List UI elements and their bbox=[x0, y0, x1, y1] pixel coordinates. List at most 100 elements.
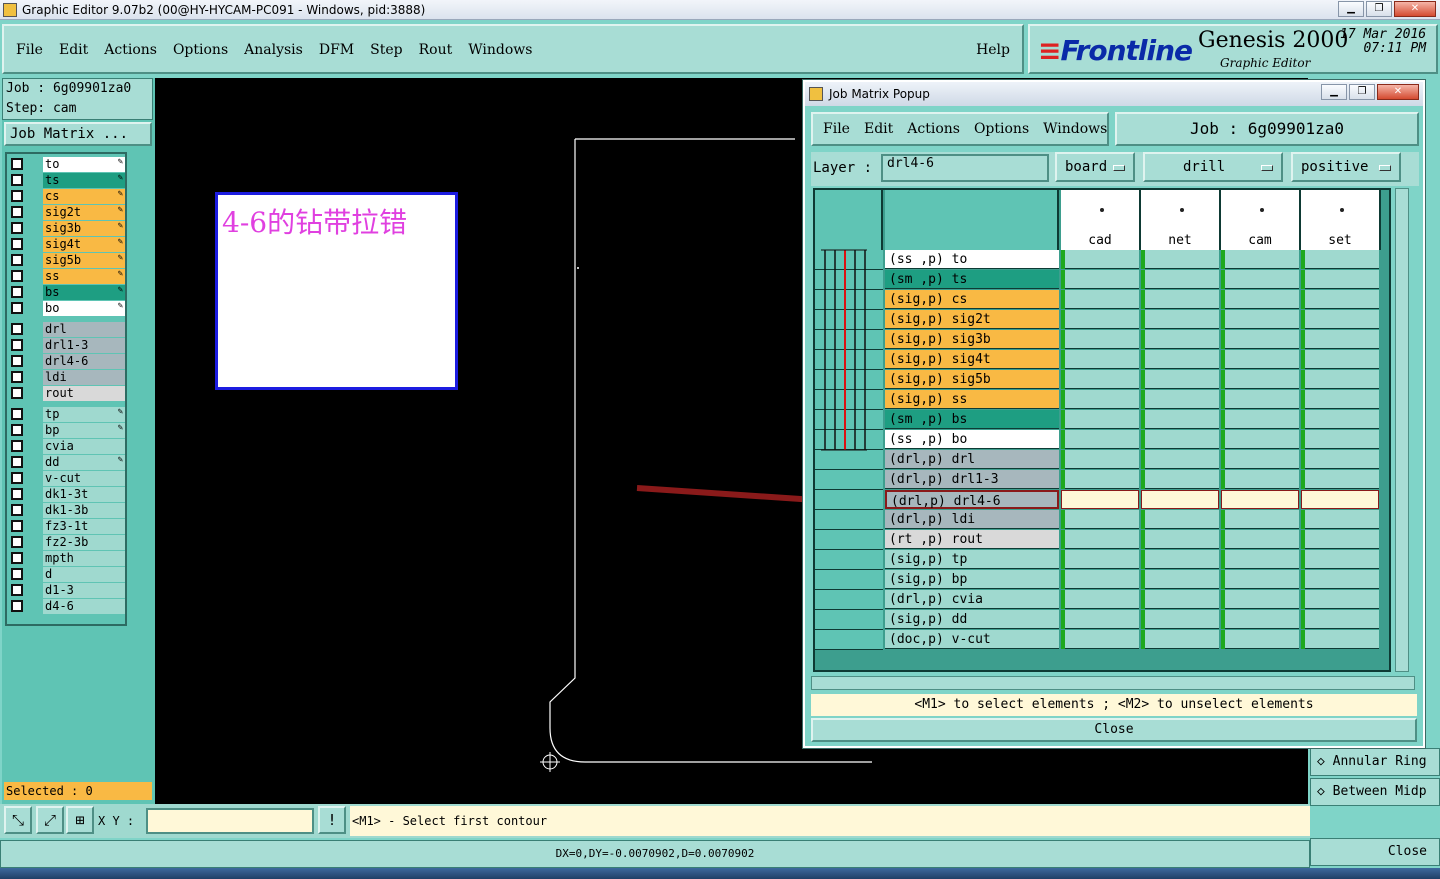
layer-checkbox[interactable] bbox=[11, 286, 23, 298]
matrix-cell[interactable] bbox=[1141, 410, 1219, 429]
matrix-cell[interactable] bbox=[1221, 290, 1299, 309]
zoom-fit-icon[interactable]: ⤡ bbox=[4, 806, 32, 834]
layer-checkbox[interactable] bbox=[11, 222, 23, 234]
matrix-cell[interactable] bbox=[1061, 330, 1139, 349]
menu-file[interactable]: File bbox=[16, 42, 43, 58]
layer-row-fz3-1t[interactable]: fz3-1t bbox=[9, 519, 125, 534]
menu-analysis[interactable]: Analysis bbox=[244, 42, 303, 58]
layer-row-drl4-6[interactable]: drl4-6 bbox=[9, 354, 125, 369]
layer-checkbox[interactable] bbox=[11, 456, 23, 468]
matrix-cell[interactable] bbox=[1301, 490, 1379, 509]
matrix-cell[interactable] bbox=[1061, 390, 1139, 409]
layer-checkbox[interactable] bbox=[11, 568, 23, 580]
matrix-cell[interactable] bbox=[1301, 370, 1379, 389]
layer-row-cs[interactable]: cs ✎ bbox=[9, 189, 125, 204]
matrix-cell[interactable] bbox=[1221, 450, 1299, 469]
close-window-button[interactable]: ✕ bbox=[1394, 1, 1436, 17]
matrix-row[interactable]: (sig,p) bp bbox=[815, 570, 1389, 590]
row-layer-name[interactable]: (drl,p) cvia bbox=[885, 590, 1059, 609]
grid-snap-icon[interactable]: ⊞ bbox=[66, 806, 94, 834]
matrix-cell[interactable] bbox=[1301, 630, 1379, 649]
layer-checkbox[interactable] bbox=[11, 355, 23, 367]
matrix-cell[interactable] bbox=[1301, 290, 1379, 309]
matrix-vertical-scrollbar[interactable] bbox=[1395, 188, 1409, 672]
matrix-cell[interactable] bbox=[1301, 590, 1379, 609]
layer-row-d4-6[interactable]: d4-6 bbox=[9, 599, 125, 614]
step-column-cam[interactable]: cam bbox=[1221, 190, 1301, 250]
matrix-cell[interactable] bbox=[1141, 470, 1219, 489]
matrix-cell[interactable] bbox=[1141, 490, 1219, 509]
row-layer-name[interactable]: (sm ,p) bs bbox=[885, 410, 1059, 429]
popup-menu-edit[interactable]: Edit bbox=[864, 121, 893, 137]
matrix-cell[interactable] bbox=[1141, 450, 1219, 469]
matrix-cell[interactable] bbox=[1141, 290, 1219, 309]
row-layer-name[interactable]: (sig,p) sig5b bbox=[885, 370, 1059, 389]
polarity-dropdown[interactable]: positive bbox=[1291, 152, 1401, 182]
matrix-row[interactable]: (sig,p) sig5b bbox=[815, 370, 1389, 390]
popup-minimize-button[interactable]: ▁ bbox=[1321, 84, 1347, 100]
layer-row-drl1-3[interactable]: drl1-3 bbox=[9, 338, 125, 353]
menu-options[interactable]: Options bbox=[173, 42, 228, 58]
matrix-cell[interactable] bbox=[1061, 270, 1139, 289]
step-column-set[interactable]: set bbox=[1301, 190, 1381, 250]
matrix-row[interactable]: (sig,p) cs bbox=[815, 290, 1389, 310]
matrix-row[interactable]: (drl,p) drl4-6 bbox=[815, 490, 1389, 510]
matrix-cell[interactable] bbox=[1221, 590, 1299, 609]
matrix-cell[interactable] bbox=[1301, 610, 1379, 629]
row-layer-name[interactable]: (sig,p) sig3b bbox=[885, 330, 1059, 349]
matrix-cell[interactable] bbox=[1061, 410, 1139, 429]
matrix-row[interactable]: (drl,p) ldi bbox=[815, 510, 1389, 530]
row-layer-name[interactable]: (ss ,p) bo bbox=[885, 430, 1059, 449]
row-layer-name[interactable]: (doc,p) v-cut bbox=[885, 630, 1059, 649]
layer-row-bs[interactable]: bs ✎ bbox=[9, 285, 125, 300]
layer-row-sig4t[interactable]: sig4t ✎ bbox=[9, 237, 125, 252]
matrix-cell[interactable] bbox=[1061, 530, 1139, 549]
layer-row-d1-3[interactable]: d1-3 bbox=[9, 583, 125, 598]
popup-close-x-button[interactable]: ✕ bbox=[1377, 84, 1419, 100]
layer-row-bp[interactable]: bp ✎ bbox=[9, 423, 125, 438]
matrix-cell[interactable] bbox=[1141, 590, 1219, 609]
matrix-row[interactable]: (sig,p) sig3b bbox=[815, 330, 1389, 350]
layer-checkbox[interactable] bbox=[11, 387, 23, 399]
row-layer-name[interactable]: (sig,p) bp bbox=[885, 570, 1059, 589]
matrix-cell[interactable] bbox=[1301, 530, 1379, 549]
layer-row-rout[interactable]: rout bbox=[9, 386, 125, 401]
matrix-cell[interactable] bbox=[1141, 250, 1219, 269]
layer-checkbox[interactable] bbox=[11, 536, 23, 548]
row-layer-name[interactable]: (sig,p) dd bbox=[885, 610, 1059, 629]
popup-menu-file[interactable]: File bbox=[823, 121, 850, 137]
matrix-row[interactable]: (drl,p) drl bbox=[815, 450, 1389, 470]
matrix-row[interactable]: (sm ,p) bs bbox=[815, 410, 1389, 430]
layer-row-dd[interactable]: dd ✎ bbox=[9, 455, 125, 470]
layer-row-mpth[interactable]: mpth bbox=[9, 551, 125, 566]
matrix-cell[interactable] bbox=[1301, 330, 1379, 349]
popup-close-button[interactable]: Close bbox=[811, 718, 1417, 742]
matrix-cell[interactable] bbox=[1221, 350, 1299, 369]
matrix-cell[interactable] bbox=[1061, 310, 1139, 329]
matrix-row[interactable]: (drl,p) cvia bbox=[815, 590, 1389, 610]
matrix-cell[interactable] bbox=[1221, 510, 1299, 529]
row-layer-name[interactable]: (drl,p) drl1-3 bbox=[885, 470, 1059, 489]
matrix-cell[interactable] bbox=[1221, 610, 1299, 629]
matrix-cell[interactable] bbox=[1141, 630, 1219, 649]
matrix-cell[interactable] bbox=[1141, 550, 1219, 569]
matrix-cell[interactable] bbox=[1061, 250, 1139, 269]
layer-checkbox[interactable] bbox=[11, 440, 23, 452]
matrix-cell[interactable] bbox=[1141, 430, 1219, 449]
layer-checkbox[interactable] bbox=[11, 254, 23, 266]
matrix-cell[interactable] bbox=[1141, 530, 1219, 549]
matrix-cell[interactable] bbox=[1061, 570, 1139, 589]
layer-row-ldi[interactable]: ldi bbox=[9, 370, 125, 385]
matrix-cell[interactable] bbox=[1221, 250, 1299, 269]
layer-row-to[interactable]: to ✎ bbox=[9, 157, 125, 172]
matrix-cell[interactable] bbox=[1301, 470, 1379, 489]
matrix-row[interactable]: (rt ,p) rout bbox=[815, 530, 1389, 550]
matrix-cell[interactable] bbox=[1301, 410, 1379, 429]
matrix-cell[interactable] bbox=[1301, 270, 1379, 289]
menu-rout[interactable]: Rout bbox=[419, 42, 453, 58]
matrix-row[interactable]: (sig,p) tp bbox=[815, 550, 1389, 570]
matrix-cell[interactable] bbox=[1141, 350, 1219, 369]
step-column-cad[interactable]: cad bbox=[1061, 190, 1141, 250]
layer-checkbox[interactable] bbox=[11, 190, 23, 202]
matrix-cell[interactable] bbox=[1061, 350, 1139, 369]
